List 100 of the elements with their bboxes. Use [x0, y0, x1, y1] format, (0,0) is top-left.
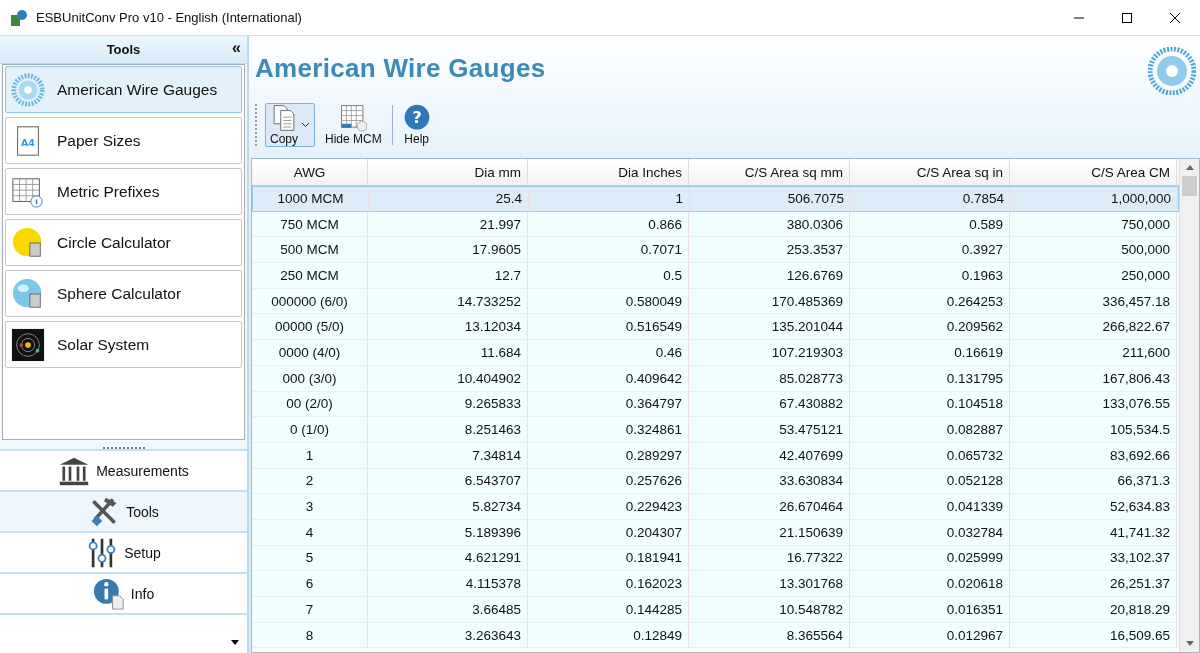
table-cell: 500,000 [1010, 237, 1177, 263]
table-cell: 1 [529, 187, 690, 211]
table-cell: 20,818.29 [1010, 597, 1177, 622]
window-title: ESBUnitConv Pro v10 - English (International) [36, 10, 303, 25]
table-cell: 250 MCM [252, 263, 368, 288]
column-header[interactable]: C/S Area CM [1010, 159, 1177, 185]
table-cell: 750,000 [1010, 211, 1177, 237]
table-cell: 8.251463 [368, 417, 528, 442]
table-cell: 8.365564 [689, 622, 850, 648]
table-cell: 0.289297 [528, 442, 689, 468]
table-cell: 10.404902 [368, 365, 528, 391]
vertical-scrollbar[interactable] [1179, 159, 1199, 652]
table-cell: 0.589 [850, 211, 1010, 237]
gear-logo-icon [1148, 47, 1196, 95]
table-cell: 6 [252, 571, 368, 596]
table-cell: 4.621291 [368, 545, 528, 571]
table-cell: 1,000,000 [1011, 187, 1178, 211]
table-cell: 750 MCM [252, 211, 368, 237]
table-cell: 3.66485 [368, 597, 528, 622]
table-cell: 33.630834 [689, 468, 850, 494]
table-cell: 0.516549 [528, 314, 689, 340]
nav-button[interactable]: Tools [0, 490, 247, 531]
table-cell: 2 [252, 468, 368, 494]
table-cell: 0.12849 [528, 622, 689, 648]
table-cell: 000 (3/0) [252, 365, 368, 391]
table-cell: 26,251.37 [1010, 571, 1177, 596]
nav-button[interactable]: Measurements [0, 449, 247, 490]
table-cell: 53.475121 [689, 417, 850, 442]
table-cell: 85.028773 [689, 365, 850, 391]
table-cell: 83,692.66 [1010, 442, 1177, 468]
app-icon [10, 8, 28, 27]
table-cell: 66,371.3 [1010, 468, 1177, 494]
table-cell: 0.065732 [850, 442, 1010, 468]
table-cell: 0.082887 [850, 417, 1010, 442]
tool-list-item[interactable]: Sphere Calculator [5, 270, 242, 317]
table-cell: 336,457.18 [1010, 288, 1177, 314]
table-cell: 105,534.5 [1010, 417, 1177, 442]
toolbar-button[interactable]: ? Help [398, 103, 435, 147]
table-cell: 0.580049 [528, 288, 689, 314]
scroll-down-icon[interactable] [1185, 641, 1194, 646]
table-cell: 00 (2/0) [252, 391, 368, 417]
table-cell: 211,600 [1010, 340, 1177, 365]
table-cell: 21.150639 [689, 519, 850, 545]
table-cell: 26.670464 [689, 494, 850, 519]
copy-button[interactable]: Copy [265, 103, 315, 147]
table-cell: 0.229423 [528, 494, 689, 519]
table-cell: 12.7 [368, 263, 528, 288]
table-cell: 4 [252, 519, 368, 545]
collapse-button[interactable]: « [232, 39, 241, 57]
table-cell: 0.162023 [528, 571, 689, 596]
table-cell: 0.209562 [850, 314, 1010, 340]
column-header[interactable]: C/S Area sq mm [689, 159, 850, 185]
table-cell: 42.407699 [689, 442, 850, 468]
table-cell: 7.34814 [368, 442, 528, 468]
selected-row[interactable]: 1000 MCM 25.4 1 506.7075 0.7854 1,000,000 [252, 186, 1179, 212]
tool-list-item[interactable]: Circle Calculator [5, 219, 242, 266]
column-header[interactable]: C/S Area sq in [850, 159, 1010, 185]
table-cell: 21.997 [368, 211, 528, 237]
table-cell: 0 (1/0) [252, 417, 368, 442]
tool-list-item[interactable]: A4 Paper Sizes [5, 117, 242, 164]
column-header[interactable]: Dia mm [368, 159, 528, 185]
nav-button[interactable]: Setup [0, 531, 247, 572]
table-cell: 0.016351 [850, 597, 1010, 622]
table-cell: 5 [252, 545, 368, 571]
column-header[interactable]: Dia Inches [528, 159, 689, 185]
table-cell: 13.12034 [368, 314, 528, 340]
table-cell: 52,634.83 [1010, 494, 1177, 519]
help-icon: ? [402, 104, 431, 132]
table-cell: 1 [252, 442, 368, 468]
nav-button[interactable]: Info [0, 572, 247, 613]
table-cell: 0.1963 [850, 263, 1010, 288]
tool-list-item[interactable]: Solar System [5, 321, 242, 368]
table-cell: 135.201044 [689, 314, 850, 340]
solar-system-icon [11, 327, 45, 362]
table-cell: 506.7075 [690, 187, 851, 211]
table-cell: 0.7854 [851, 187, 1011, 211]
table-cell: 107.219303 [689, 340, 850, 365]
tool-list-item[interactable]: Metric Prefixes [5, 168, 242, 215]
column-header[interactable]: AWG [252, 159, 368, 185]
copy-icon [270, 104, 298, 132]
scroll-up-icon[interactable] [1185, 165, 1194, 170]
table-cell: 000000 (6/0) [252, 288, 368, 314]
table-cell: 33,102.37 [1010, 545, 1177, 571]
dropdown-icon[interactable] [231, 640, 239, 645]
table-cell: 170.485369 [689, 288, 850, 314]
table-cell: 0.364797 [528, 391, 689, 417]
tool-list-item[interactable]: American Wire Gauges [5, 66, 242, 113]
toolbar-button[interactable]: Hide MCM [321, 103, 386, 147]
table-cell: 0.032784 [850, 519, 1010, 545]
table-cell: 0.3927 [850, 237, 1010, 263]
caret-icon[interactable] [301, 122, 310, 128]
table-cell: 4.115378 [368, 571, 528, 596]
table-cell: 0.324861 [528, 417, 689, 442]
table-cell: 0.204307 [528, 519, 689, 545]
sidebar-title: Tools [106, 42, 141, 57]
toolbar-grip [255, 104, 259, 146]
scroll-thumb[interactable] [1182, 176, 1197, 196]
table-cell: 167,806.43 [1010, 365, 1177, 391]
table-cell: 0.409642 [528, 365, 689, 391]
table-cell: 5.189396 [368, 519, 528, 545]
